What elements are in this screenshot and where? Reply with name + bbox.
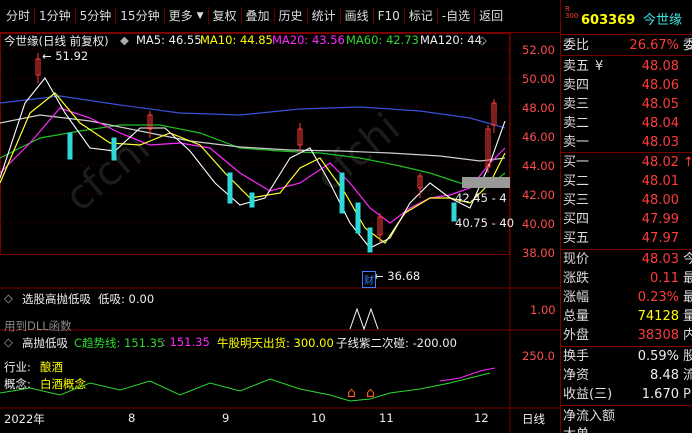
collapse-icon[interactable]: ◇	[4, 291, 13, 305]
stat-row: 现价 48.03 今	[563, 252, 692, 267]
panel2-note: 用到DLL函数	[4, 319, 72, 333]
r300-badge: R 300	[565, 5, 579, 20]
stock-name: 今世缘	[643, 13, 683, 28]
quote-panel: R 300 603369 今世缘 委比 26.67% 委 卖五 ¥48.08 卖四…	[560, 0, 692, 433]
stat-row: 外盘 38308 内	[563, 328, 692, 343]
ask-row[interactable]: 卖二 48.04	[561, 114, 692, 133]
price-tick: 48.00	[522, 101, 555, 115]
range-label-1: 42.45 - 4	[455, 191, 507, 205]
stock-code: 603369	[581, 13, 636, 28]
month-tick: 10	[311, 411, 326, 425]
bid-row[interactable]: 买四 47.99	[561, 210, 692, 229]
collapse-icon[interactable]: ◆	[120, 33, 129, 47]
stat-row: 净资 8.48 流	[563, 368, 692, 383]
tab-1min[interactable]: 1分钟	[37, 5, 73, 27]
back-button[interactable]: 返回	[477, 5, 505, 27]
tab-15min[interactable]: 15分钟	[118, 5, 161, 27]
price-tick: 42.00	[522, 188, 555, 202]
bid-row[interactable]: 买二 48.01	[561, 172, 692, 191]
flow-row[interactable]: 净流入额	[561, 407, 692, 426]
price-tick: 44.00	[522, 159, 555, 173]
month-tick: 12	[474, 411, 489, 425]
up-arrow-icon: ↑	[683, 155, 692, 170]
panel3-title: 高抛低吸	[22, 336, 68, 350]
weibi-value: 26.67%	[629, 38, 679, 53]
finance-report-badge[interactable]: 财	[362, 271, 376, 288]
panel2-value: 低吸: 0.00	[98, 292, 155, 306]
bid-row[interactable]: 买一 48.02 ↑	[561, 153, 692, 172]
period-label[interactable]: 日线	[522, 411, 545, 427]
sub-line-label: 子线紫二次碰: -200.00	[336, 336, 457, 350]
house-icon: ⌂	[366, 385, 375, 401]
month-tick: 8	[128, 411, 136, 425]
month-tick: 9	[222, 411, 230, 425]
month-tick: 11	[379, 411, 394, 425]
kline-chart[interactable]: cfchi cfchi 今世缘(日线 前复权) ◆ MA5: 46.55 MA1…	[0, 33, 560, 433]
mark-button[interactable]: 标记	[407, 5, 435, 27]
stats-button[interactable]: 统计	[310, 5, 338, 27]
price-tick: 52.00	[522, 43, 555, 57]
stat-row: 总量 74128 量	[563, 309, 692, 324]
overlay-button[interactable]: 叠加	[244, 5, 272, 27]
period-toolbar: 分时 1分钟 5分钟 15分钟 更多 ▼ 复权 叠加 历史 统计 画线 F10 …	[0, 0, 560, 33]
chevron-down-icon[interactable]: ▼	[195, 5, 206, 27]
range-label-2: 40.75 - 40	[455, 216, 515, 230]
price-tick: 40.00	[522, 217, 555, 231]
panel2-axis: 1.00	[530, 303, 556, 317]
panel2-title: 选股高抛低吸	[22, 292, 91, 306]
ask-row[interactable]: 卖一 48.03	[561, 133, 692, 152]
stock-header: R 300 603369 今世缘	[561, 6, 692, 30]
price-tick: 46.00	[522, 130, 555, 144]
bull-label: 牛股明天出货: 300.00	[217, 336, 334, 350]
yen-icon: ¥	[595, 59, 604, 74]
bid-row[interactable]: 买三 48.00	[561, 191, 692, 210]
stat-row: 换手 0.59% 股	[563, 349, 692, 364]
draw-line-button[interactable]: 画线	[343, 5, 371, 27]
concept-value: 白酒概念	[40, 377, 86, 391]
year-label: 2022年	[4, 412, 45, 426]
ma20-label: MA20: 43.56	[272, 33, 345, 47]
ma5-label: MA5: 46.55	[136, 33, 202, 47]
tab-5min[interactable]: 5分钟	[78, 5, 114, 27]
ask-row[interactable]: 卖四 48.06	[561, 76, 692, 95]
bid-row[interactable]: 买五 47.97	[561, 229, 692, 248]
settings-icon[interactable]: ◇	[478, 33, 487, 47]
stat-row: 收益(三) 1.670 P	[563, 387, 691, 402]
kline-svg: cfchi cfchi	[0, 33, 560, 433]
f10-button[interactable]: F10	[376, 5, 402, 27]
ask-row[interactable]: 卖三 48.05	[561, 95, 692, 114]
stat-row: 涨跌 0.11 最	[563, 271, 692, 286]
trend-line-label: C趋势线: 151.35	[74, 336, 165, 350]
concept-label: 概念:	[4, 377, 31, 391]
flow-row-2[interactable]: 大单	[561, 425, 692, 433]
ma120-label: MA120: 44.	[420, 33, 486, 47]
chart-title: 今世缘(日线 前复权)	[4, 34, 109, 48]
industry-value: 酿酒	[40, 360, 63, 374]
ma60-label: MA60: 42.73	[346, 33, 419, 47]
price-tick: 38.00	[522, 246, 555, 260]
collapse-icon[interactable]: ◇	[4, 335, 13, 349]
panel3-axis: 250.0	[522, 349, 555, 363]
price-tick: 50.00	[522, 72, 555, 86]
ask-row[interactable]: 卖五 ¥48.08	[561, 57, 692, 76]
add-watchlist-button[interactable]: -自选	[440, 5, 472, 27]
tab-more[interactable]: 更多	[167, 5, 195, 27]
history-button[interactable]: 历史	[277, 5, 305, 27]
tab-fenshi[interactable]: 分时	[4, 5, 32, 27]
house-icon: ⌂	[347, 385, 356, 401]
industry-label: 行业:	[4, 360, 31, 374]
weibi-row: 委比 26.67% 委	[563, 38, 692, 53]
trend-line-value: : 151.35	[162, 335, 210, 349]
low-price-label: ← 36.68	[374, 269, 421, 283]
fuquan-button[interactable]: 复权	[211, 5, 239, 27]
high-price-label: ← 51.92	[42, 49, 89, 63]
stat-row: 涨幅 0.23% 最	[563, 290, 692, 305]
ma10-label: MA10: 44.85	[200, 33, 273, 47]
